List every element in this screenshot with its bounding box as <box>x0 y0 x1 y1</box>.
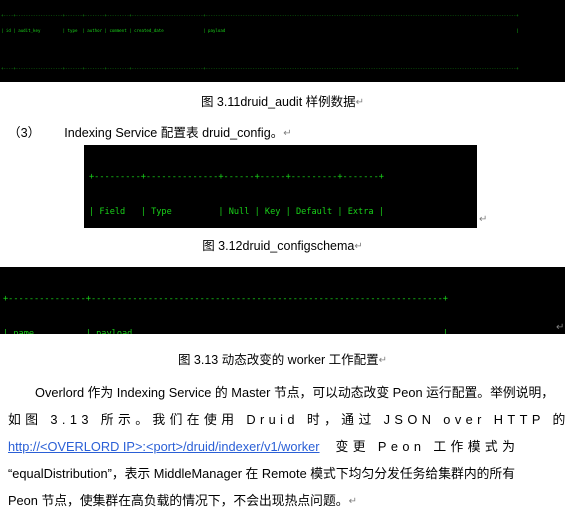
paragraph-line-4: “equalDistribution”，表示 MiddleManager 在 R… <box>8 463 560 482</box>
caption-text: 图 3.11druid_audit 样例数据 <box>200 95 356 109</box>
paragraph-line-2: 如图 3.13 所示。我们在使用 Druid 时，通过 JSON over HT… <box>8 409 565 428</box>
paragraph-line-5: Peon 节点，使集群在高负载的情况下，不会出现热点问题。↵ <box>8 490 560 509</box>
terminal-line: +----+-------------------+-------+------… <box>1 65 519 71</box>
terminal-line: | Field | Type | Null | Key | Default | … <box>89 206 384 217</box>
paragraph-mark-icon: ↵ <box>378 355 388 366</box>
list-item-text: Indexing Service 配置表 druid_config。 <box>64 126 284 140</box>
list-item-number: （3） <box>8 126 41 140</box>
terminal-line: +----+-------------------+-------+------… <box>1 12 519 18</box>
paragraph-text: Peon 节点，使集群在高负载的情况下，不会出现热点问题。 <box>8 493 349 508</box>
paragraph-text: Overlord 作为 Indexing Service 的 Master 节点… <box>35 385 555 400</box>
paragraph-line-3: http://<OVERLORD IP>:<port>/druid/indexe… <box>8 436 560 455</box>
paragraph-mark-icon: ↵ <box>348 496 357 507</box>
terminal-druid-config-schema-output: +---------+--------------+------+-----+-… <box>84 145 477 228</box>
figure-caption-3-12: 图 3.12druid_configschema↵ <box>0 235 565 254</box>
terminal-line: | name | payload | <box>3 328 448 335</box>
paragraph-text: 变更 Peon 工作模式为 <box>335 439 520 454</box>
terminal-druid-audit-output: +----+-------------------+-------+------… <box>0 0 565 82</box>
paragraph-mark-icon: ↵ <box>354 241 363 252</box>
caption-text: 图 3.13 动态改变的 worker 工作配置 <box>177 353 379 367</box>
paragraph-mark-icon: ↵ <box>283 128 292 139</box>
paragraph-mark-icon: ↵ <box>355 97 365 108</box>
terminal-line: +---------+--------------+------+-----+-… <box>89 172 384 183</box>
figure-caption-3-13: 图 3.13 动态改变的 worker 工作配置↵ <box>0 349 565 368</box>
paragraph-line-1: Overlord 作为 Indexing Service 的 Master 节点… <box>8 382 560 401</box>
paragraph-text: “equalDistribution”，表示 MiddleManager 在 R… <box>8 466 516 481</box>
terminal-line: | id | audit_key | type | author | comme… <box>1 28 519 34</box>
worker-endpoint-link[interactable]: http://<OVERLORD IP>:<port>/druid/indexe… <box>8 439 320 454</box>
terminal-line: +---------------+-----------------------… <box>3 294 448 304</box>
paragraph-text: 如图 3.13 所示。我们在使用 Druid 时，通过 JSON over HT… <box>8 412 565 427</box>
figure-caption-3-11: 图 3.11druid_audit 样例数据↵ <box>0 91 565 110</box>
list-item-3: （3） Indexing Service 配置表 druid_config。↵ <box>8 122 560 141</box>
paragraph-mark-icon: ↵ <box>479 214 488 225</box>
paragraph-mark-icon: ↵ <box>556 322 565 333</box>
terminal-worker-config-output: +---------------+-----------------------… <box>0 267 565 334</box>
caption-text: 图 3.12druid_configschema <box>202 239 355 253</box>
